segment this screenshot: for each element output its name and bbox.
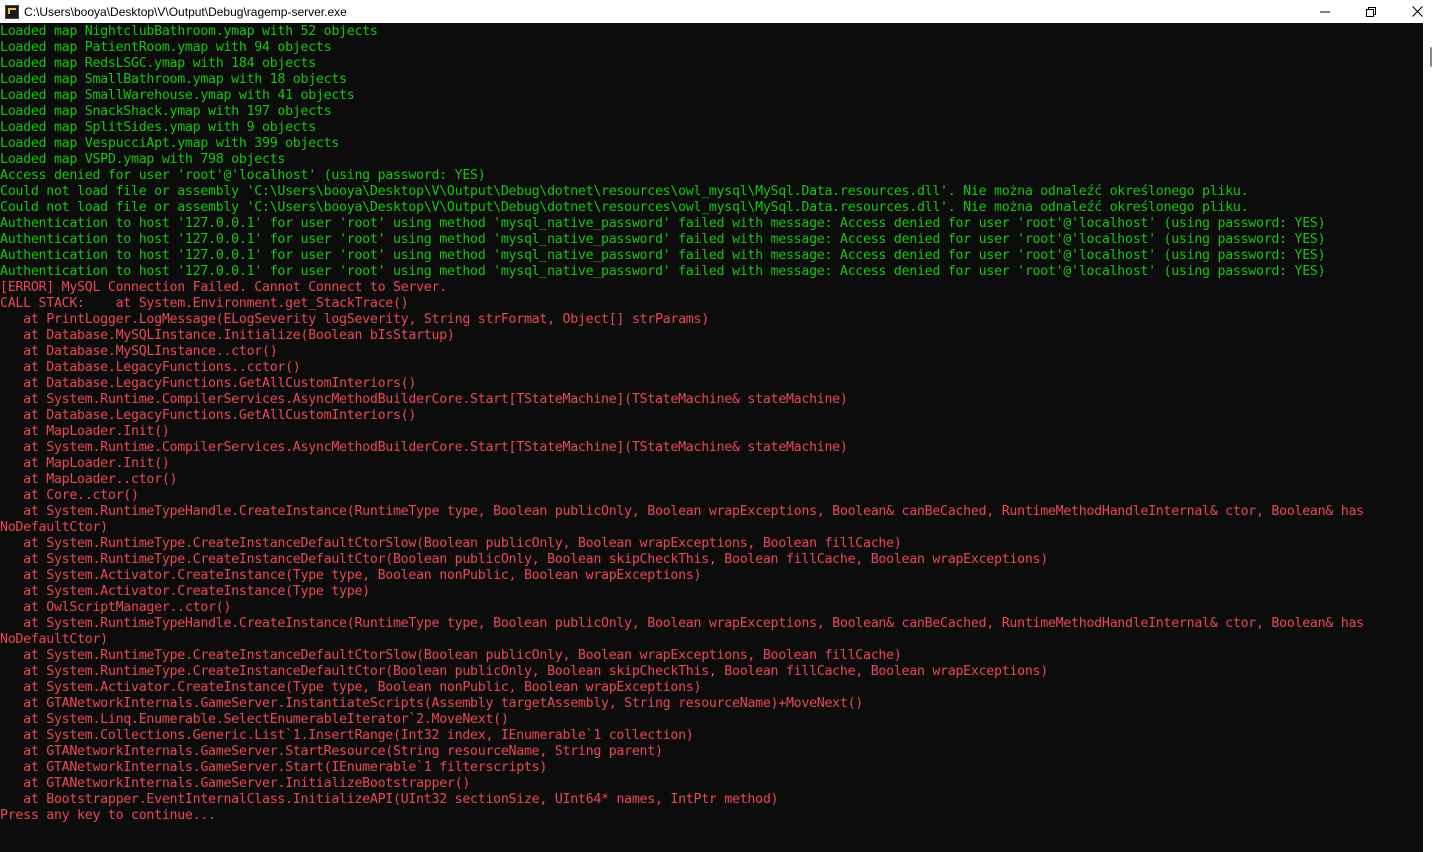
console-line: at System.RuntimeTypeHandle.CreateInstan…	[0, 616, 1364, 631]
console-line: Could not load file or assembly 'C:\User…	[0, 184, 1249, 199]
console-line: at System.Runtime.CompilerServices.Async…	[0, 392, 848, 407]
console-line: at System.RuntimeType.CreateInstanceDefa…	[0, 648, 902, 663]
console-line: at System.RuntimeType.CreateInstanceDefa…	[0, 664, 1048, 679]
console-line: at System.Activator.CreateInstance(Type …	[0, 568, 702, 583]
console-line: at System.Linq.Enumerable.SelectEnumerab…	[0, 712, 509, 727]
console-line: at MapLoader..ctor()	[0, 472, 178, 487]
console-line: at System.Collections.Generic.List`1.Ins…	[0, 728, 694, 743]
title-bar[interactable]: C:\Users\booya\Desktop\V\Output\Debug\ra…	[0, 0, 1440, 23]
console-output[interactable]: Loaded map NightclubBathroom.ymap with 5…	[0, 23, 1423, 852]
console-line: at System.Runtime.CompilerServices.Async…	[0, 440, 848, 455]
console-line: Press any key to continue...	[0, 808, 216, 823]
console-line: at Bootstrapper.EventInternalClass.Initi…	[0, 792, 779, 807]
console-window: C:\Users\booya\Desktop\V\Output\Debug\ra…	[0, 0, 1440, 852]
console-line: Authentication to host '127.0.0.1' for u…	[0, 216, 1326, 231]
console-line: at PrintLogger.LogMessage(ELogSeverity l…	[0, 312, 709, 327]
console-line: Access denied for user 'root'@'localhost…	[0, 168, 486, 183]
minimize-button[interactable]	[1302, 0, 1348, 23]
console-line: at MapLoader.Init()	[0, 424, 170, 439]
console-line: at Database.MySQLInstance..ctor()	[0, 344, 278, 359]
close-button[interactable]	[1394, 0, 1440, 23]
console-line: at Database.MySQLInstance.Initialize(Boo…	[0, 328, 455, 343]
console-line: at GTANetworkInternals.GameServer.Instan…	[0, 696, 864, 711]
console-line: Loaded map NightclubBathroom.ymap with 5…	[0, 24, 378, 39]
console-line: at OwlScriptManager..ctor()	[0, 600, 232, 615]
console-line: at GTANetworkInternals.GameServer.StartR…	[0, 744, 663, 759]
minimize-icon	[1320, 11, 1330, 12]
console-line: Could not load file or assembly 'C:\User…	[0, 200, 1249, 215]
console-line: Authentication to host '127.0.0.1' for u…	[0, 232, 1326, 247]
window-controls	[1302, 0, 1440, 23]
scrollbar-thumb[interactable]	[1430, 47, 1432, 67]
console-line: Loaded map SmallBathroom.ymap with 18 ob…	[0, 72, 347, 87]
close-icon	[1411, 6, 1423, 17]
window-title: C:\Users\booya\Desktop\V\Output\Debug\ra…	[24, 4, 347, 19]
console-line: at System.Activator.CreateInstance(Type …	[0, 680, 702, 695]
console-line: CALL STACK: at System.Environment.get_St…	[0, 296, 409, 311]
console-line: at System.Activator.CreateInstance(Type …	[0, 584, 370, 599]
console-line: at Database.LegacyFunctions.GetAllCustom…	[0, 376, 417, 391]
maximize-button[interactable]	[1348, 0, 1394, 23]
console-line: at Core..ctor()	[0, 488, 139, 503]
console-line: at GTANetworkInternals.GameServer.Initia…	[0, 776, 471, 791]
console-line: Loaded map SmallWarehouse.ymap with 41 o…	[0, 88, 355, 103]
vertical-scrollbar[interactable]	[1423, 23, 1440, 852]
console-line: Loaded map SplitSides.ymap with 9 object…	[0, 120, 316, 135]
console-line: NoDefaultCtor)	[0, 632, 108, 647]
console-line: [ERROR] MySQL Connection Failed. Cannot …	[0, 280, 447, 295]
console-line: Authentication to host '127.0.0.1' for u…	[0, 248, 1326, 263]
console-line: NoDefaultCtor)	[0, 520, 108, 535]
console-line: at System.RuntimeType.CreateInstanceDefa…	[0, 552, 1048, 567]
console-line: at System.RuntimeType.CreateInstanceDefa…	[0, 536, 902, 551]
console-line: at Database.LegacyFunctions..cctor()	[0, 360, 301, 375]
console-line: Loaded map VSPD.ymap with 798 objects	[0, 152, 286, 167]
console-line: Loaded map VespucciApt.ymap with 399 obj…	[0, 136, 340, 151]
restore-icon	[1366, 6, 1376, 17]
console-app-icon[interactable]	[5, 4, 19, 19]
console-line: Loaded map RedsLSGC.ymap with 184 object…	[0, 56, 316, 71]
console-line: at Database.LegacyFunctions.GetAllCustom…	[0, 408, 417, 423]
console-line: Loaded map SnackShack.ymap with 197 obje…	[0, 104, 332, 119]
console-line: at System.RuntimeTypeHandle.CreateInstan…	[0, 504, 1364, 519]
console-line: Loaded map PatientRoom.ymap with 94 obje…	[0, 40, 332, 55]
console-line: at MapLoader.Init()	[0, 456, 170, 471]
console-line: Authentication to host '127.0.0.1' for u…	[0, 264, 1326, 279]
console-line: at GTANetworkInternals.GameServer.Start(…	[0, 760, 548, 775]
